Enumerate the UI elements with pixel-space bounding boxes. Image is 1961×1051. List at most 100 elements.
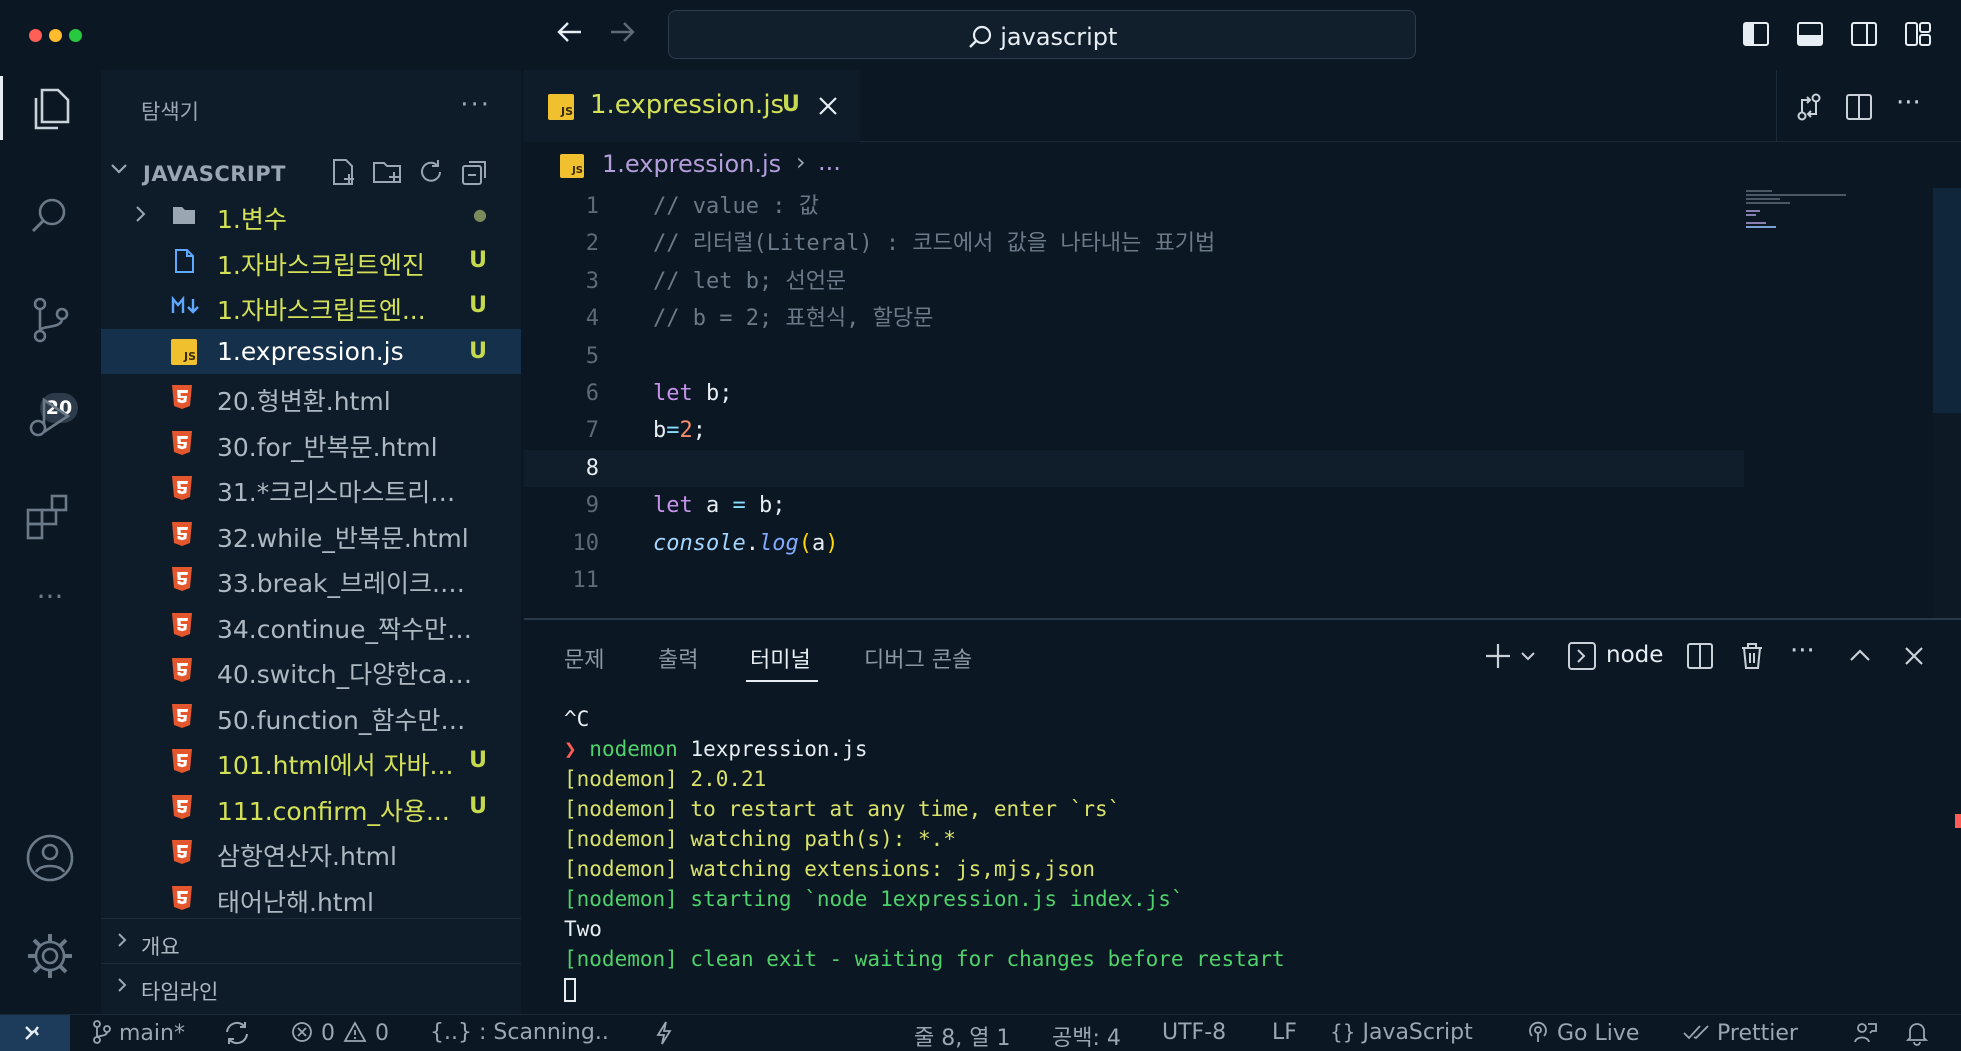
extensions-icon[interactable] <box>22 488 78 544</box>
go-live-button[interactable]: Go Live <box>1526 1020 1639 1046</box>
refresh-icon[interactable] <box>415 156 447 188</box>
file-tree-item[interactable]: 1.자바스크립트엔진 U <box>101 238 521 283</box>
breadcrumb-file[interactable]: 1.expression.js <box>602 150 781 178</box>
code-line[interactable]: 4 // b = 2; 표현식, 할당문 <box>524 300 1744 337</box>
tab-1-expression-js[interactable]: JS 1.expression.js U <box>524 70 860 142</box>
terminal-output[interactable]: ^C ❯ nodemon 1expression.js [nodemon] 2.0.… <box>564 704 1924 1004</box>
chevron-down-icon[interactable] <box>1518 640 1538 672</box>
indentation[interactable]: 공백: 4 <box>1052 1020 1121 1051</box>
back-arrow-icon[interactable] <box>555 17 585 53</box>
editor-scrollbar[interactable] <box>1933 188 1961 618</box>
maximize-panel-chevron-up-icon[interactable] <box>1844 640 1876 672</box>
more-views-icon[interactable]: ··· <box>22 582 78 638</box>
open-changes-icon[interactable] <box>1794 92 1824 122</box>
lightning-icon[interactable] <box>654 1020 674 1048</box>
customize-layout-icon[interactable] <box>1904 20 1932 48</box>
code-line[interactable]: 9 let a = b; <box>524 487 1744 524</box>
account-icon[interactable] <box>22 830 78 886</box>
workspace-section-header[interactable]: JAVASCRIPT <box>101 152 521 192</box>
code-line[interactable]: 3 // let b; 선언문 <box>524 263 1744 300</box>
new-terminal-plus-icon[interactable] <box>1482 640 1514 672</box>
sync-icon[interactable] <box>222 1020 252 1048</box>
language-mode[interactable]: {} JavaScript <box>1330 1020 1473 1045</box>
search-icon[interactable] <box>22 188 78 244</box>
tab-output[interactable]: 출력 <box>658 642 698 674</box>
split-terminal-icon[interactable] <box>1684 640 1716 672</box>
panel-more-actions-icon[interactable]: ··· <box>1790 638 1822 672</box>
code-token: let <box>653 381 693 406</box>
file-tree-item[interactable]: 111.confirm_사용... U <box>101 784 521 829</box>
terminal-text: 1expression.js <box>677 737 868 761</box>
encoding[interactable]: UTF-8 <box>1162 1020 1226 1045</box>
trash-icon[interactable] <box>1736 640 1768 672</box>
tab-problems[interactable]: 문제 <box>564 642 604 674</box>
close-icon[interactable] <box>816 94 840 118</box>
tab-terminal[interactable]: 터미널 <box>750 642 811 674</box>
file-tree-item[interactable]: 31.*크리스마스트리만들... <box>101 465 521 510</box>
editor-scrollbar-thumb[interactable] <box>1933 188 1961 413</box>
breadcrumb-symbol[interactable]: ... <box>818 148 841 176</box>
cursor-position[interactable]: 줄 8, 열 1 <box>914 1020 1010 1051</box>
close-panel-icon[interactable] <box>1898 640 1930 672</box>
html5-file-icon <box>171 657 193 683</box>
problems-indicator[interactable]: 0 0 <box>290 1020 389 1046</box>
code-line[interactable]: 11 <box>524 562 1744 599</box>
code-line[interactable]: 8 <box>524 449 1744 487</box>
branch-indicator[interactable]: main* <box>92 1020 185 1046</box>
code-line[interactable]: 6 let b; <box>524 375 1744 412</box>
file-tree-item[interactable]: 101.html에서 자바... U <box>101 738 521 783</box>
terminal-name[interactable]: node <box>1606 642 1663 668</box>
new-folder-icon[interactable] <box>371 156 403 188</box>
command-center-search[interactable]: javascript <box>668 10 1416 59</box>
explorer-icon[interactable] <box>22 80 78 136</box>
collapse-all-icon[interactable] <box>459 156 491 188</box>
close-window-button[interactable] <box>29 29 42 42</box>
file-tree-item[interactable]: 태어난해.html <box>101 875 521 920</box>
code-line[interactable]: 1 // value : 값 <box>524 188 1744 225</box>
tab-debug-console[interactable]: 디버그 콘솔 <box>864 642 972 674</box>
code-editor[interactable]: 1 // value : 값 2 // 리터럴(Literal) : 코드에서 값을 … <box>524 188 1961 618</box>
code-line[interactable]: 2 // 리터럴(Literal) : 코드에서 값을 나타내는 표기법 <box>524 225 1744 262</box>
sidebar-more-actions[interactable]: ··· <box>460 90 491 120</box>
code-line[interactable]: 5 <box>524 338 1744 375</box>
file-tree-item[interactable]: 50.function_함수만들... <box>101 693 521 738</box>
toggle-primary-sidebar-icon[interactable] <box>1742 20 1770 48</box>
minimize-window-button[interactable] <box>49 29 62 42</box>
new-file-icon[interactable] <box>327 156 359 188</box>
prettier-button[interactable]: Prettier <box>1682 1020 1798 1046</box>
line-number: 5 <box>585 343 599 369</box>
split-editor-icon[interactable] <box>1844 92 1874 122</box>
feedback-icon[interactable] <box>1852 1020 1878 1048</box>
run-debug-icon[interactable] <box>22 390 78 446</box>
file-name: 40.switch_다양한case.... <box>217 660 477 689</box>
file-tree-item[interactable]: 33.break_브레이크.html <box>101 556 521 601</box>
scanning-status[interactable]: {..} : Scanning.. <box>430 1020 609 1045</box>
settings-gear-icon[interactable] <box>22 928 78 984</box>
source-control-icon[interactable] <box>22 292 78 348</box>
maximize-window-button[interactable] <box>69 29 82 42</box>
editor-more-actions-icon[interactable]: ··· <box>1896 90 1926 122</box>
outline-section-header[interactable]: 개요 <box>101 918 521 963</box>
terminal-cursor <box>564 978 576 1002</box>
notifications-bell-icon[interactable] <box>1904 1020 1930 1048</box>
file-tree-item[interactable]: JS 1.expression.js U <box>101 328 521 374</box>
file-tree-item[interactable]: 20.형변환.html <box>101 374 521 419</box>
end-of-line[interactable]: LF <box>1272 1020 1297 1045</box>
code-line[interactable]: 10 console.log(a) <box>524 525 1744 562</box>
minimap[interactable] <box>1744 188 1914 248</box>
timeline-section-header[interactable]: 타임라인 <box>101 963 521 1008</box>
branch-name: main* <box>119 1021 185 1046</box>
file-tree-item[interactable]: 삼항연산자.html <box>101 829 521 874</box>
code-line[interactable]: 7 b=2; <box>524 412 1744 449</box>
remote-indicator-button[interactable] <box>0 1015 70 1051</box>
file-tree-item[interactable]: 1.자바스크립트엔... U <box>101 283 521 328</box>
toggle-secondary-sidebar-icon[interactable] <box>1850 20 1878 48</box>
file-tree-item[interactable]: 1.변수 ● <box>101 192 521 237</box>
forward-arrow-icon[interactable] <box>607 17 637 53</box>
html5-file-icon <box>171 430 193 456</box>
file-tree-item[interactable]: 34.continue_짝수만출... <box>101 602 521 647</box>
file-tree-item[interactable]: 32.while_반복문.html <box>101 511 521 556</box>
file-tree-item[interactable]: 30.for_반복문.html <box>101 420 521 465</box>
toggle-panel-icon[interactable] <box>1796 20 1824 48</box>
file-tree-item[interactable]: 40.switch_다양한case.... <box>101 647 521 692</box>
